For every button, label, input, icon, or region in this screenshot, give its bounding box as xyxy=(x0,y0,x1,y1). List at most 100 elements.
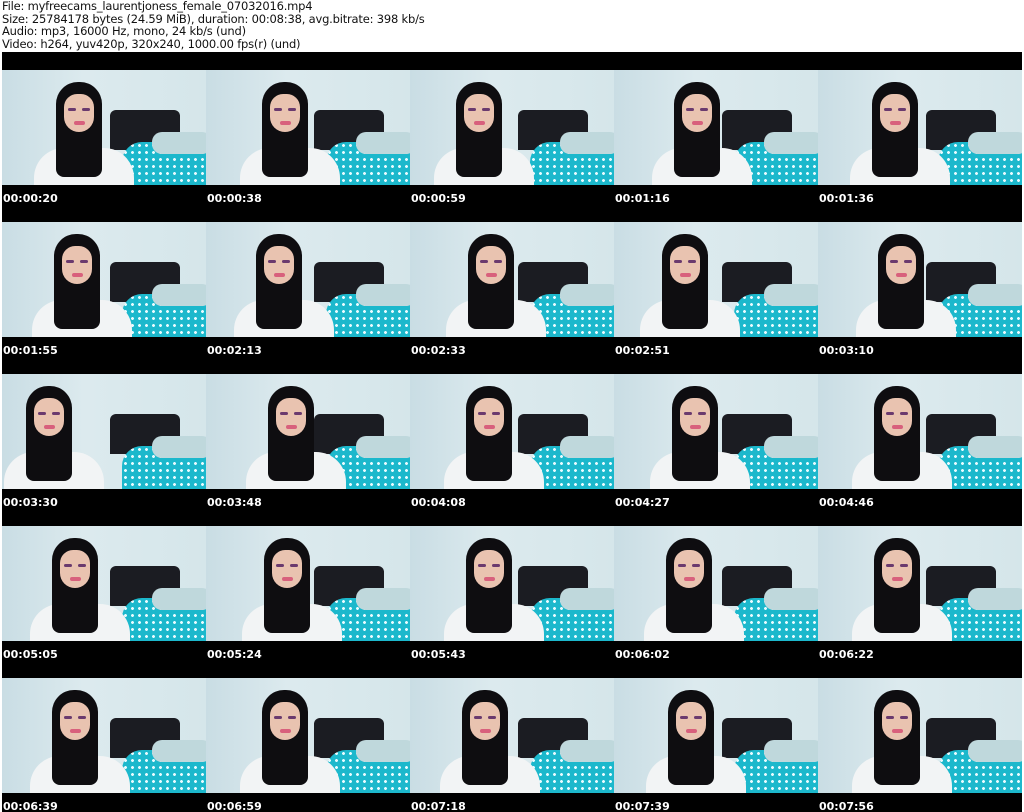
face xyxy=(64,94,94,132)
face xyxy=(880,94,910,132)
video-frame xyxy=(2,70,206,185)
bedding-white xyxy=(152,740,206,762)
bedding-white xyxy=(560,588,614,610)
timestamp: 00:01:36 xyxy=(819,192,874,204)
thumbnail: 00:07:56 xyxy=(818,660,1022,812)
video-frame xyxy=(614,70,818,185)
video-frame xyxy=(410,70,614,185)
face xyxy=(882,398,912,436)
bedding-white xyxy=(152,588,206,610)
video-frame xyxy=(206,526,410,641)
bedding-white xyxy=(356,588,410,610)
timestamp: 00:04:46 xyxy=(819,496,874,508)
video-frame xyxy=(206,70,410,185)
bedding-white xyxy=(152,132,206,154)
timestamp: 00:01:16 xyxy=(615,192,670,204)
timestamp: 00:05:24 xyxy=(207,648,262,660)
face xyxy=(60,702,90,740)
bedding-white xyxy=(764,588,818,610)
bedding-white xyxy=(968,132,1022,154)
video-frame xyxy=(206,678,410,793)
thumbnail: 00:01:36 xyxy=(818,52,1022,204)
timestamp: 00:02:13 xyxy=(207,344,262,356)
video-frame xyxy=(2,526,206,641)
timestamp: 00:00:38 xyxy=(207,192,262,204)
video-frame xyxy=(2,678,206,793)
video-frame xyxy=(410,526,614,641)
bedding-white xyxy=(764,132,818,154)
timestamp: 00:02:51 xyxy=(615,344,670,356)
timestamp: 00:03:48 xyxy=(207,496,262,508)
bedding-white xyxy=(356,284,410,306)
thumbnail: 00:04:46 xyxy=(818,356,1022,508)
video-frame xyxy=(818,70,1022,185)
video-frame xyxy=(614,374,818,489)
thumbnail: 00:04:08 xyxy=(410,356,614,508)
timestamp: 00:03:30 xyxy=(3,496,58,508)
video-frame xyxy=(614,222,818,337)
face xyxy=(276,398,306,436)
timestamp: 00:06:22 xyxy=(819,648,874,660)
thumbnail: 00:02:13 xyxy=(206,204,410,356)
thumbnail: 00:06:02 xyxy=(614,508,818,660)
video-frame xyxy=(410,678,614,793)
thumbnail: 00:01:55 xyxy=(2,204,206,356)
video-frame xyxy=(410,222,614,337)
bedding-white xyxy=(560,740,614,762)
timestamp: 00:03:10 xyxy=(819,344,874,356)
timestamp: 00:04:27 xyxy=(615,496,670,508)
timestamp: 00:06:59 xyxy=(207,800,262,812)
face xyxy=(474,398,504,436)
timestamp: 00:02:33 xyxy=(411,344,466,356)
thumbnail: 00:06:39 xyxy=(2,660,206,812)
video-line: Video: h264, yuv420p, 320x240, 1000.00 f… xyxy=(2,36,301,51)
thumbnail: 00:03:10 xyxy=(818,204,1022,356)
timestamp: 00:07:39 xyxy=(615,800,670,812)
bedding-white xyxy=(560,284,614,306)
face xyxy=(886,246,916,284)
bedding-white xyxy=(356,740,410,762)
timestamp: 00:06:02 xyxy=(615,648,670,660)
video-frame xyxy=(818,222,1022,337)
thumbnail: 00:02:51 xyxy=(614,204,818,356)
video-frame xyxy=(206,222,410,337)
bedding-white xyxy=(152,284,206,306)
file-info-header: File: myfreecams_laurentjoness_female_07… xyxy=(2,0,425,50)
timestamp: 00:05:43 xyxy=(411,648,466,660)
bedding-white xyxy=(560,436,614,458)
thumbnail: 00:05:43 xyxy=(410,508,614,660)
face xyxy=(474,550,504,588)
face xyxy=(670,246,700,284)
file-name-line: File: myfreecams_laurentjoness_female_07… xyxy=(2,0,313,13)
thumbnail: 00:07:39 xyxy=(614,660,818,812)
bedding-white xyxy=(764,284,818,306)
bedding-white xyxy=(968,588,1022,610)
timestamp: 00:06:39 xyxy=(3,800,58,812)
bedding-white xyxy=(560,132,614,154)
video-frame xyxy=(818,678,1022,793)
thumbnail: 00:00:38 xyxy=(206,52,410,204)
video-frame xyxy=(206,374,410,489)
video-frame xyxy=(2,374,206,489)
video-frame xyxy=(818,374,1022,489)
audio-line: Audio: mp3, 16000 Hz, mono, 24 kb/s (und… xyxy=(2,24,246,38)
thumbnail: 00:00:59 xyxy=(410,52,614,204)
thumbnail-grid: 00:00:20 00:00:38 00:00:59 00:01:16 00:0… xyxy=(2,52,1022,812)
video-frame xyxy=(614,678,818,793)
thumbnail: 00:04:27 xyxy=(614,356,818,508)
face xyxy=(272,550,302,588)
thumbnail: 00:02:33 xyxy=(410,204,614,356)
timestamp: 00:07:56 xyxy=(819,800,874,812)
video-frame xyxy=(614,526,818,641)
bedding-white xyxy=(968,740,1022,762)
face xyxy=(264,246,294,284)
timestamp: 00:00:59 xyxy=(411,192,466,204)
face xyxy=(470,702,500,740)
face xyxy=(60,550,90,588)
face xyxy=(676,702,706,740)
thumbnail: 00:05:05 xyxy=(2,508,206,660)
bedding-white xyxy=(356,132,410,154)
thumbnail: 00:01:16 xyxy=(614,52,818,204)
thumbnail: 00:06:59 xyxy=(206,660,410,812)
face xyxy=(882,550,912,588)
